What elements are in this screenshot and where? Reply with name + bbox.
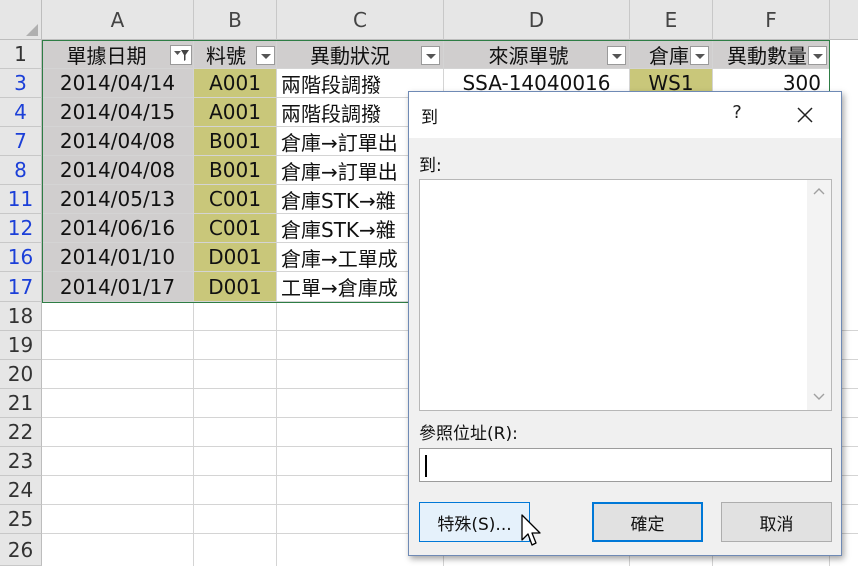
column-header-f[interactable]: F	[713, 0, 830, 40]
cell-date[interactable]: 2014/04/08	[42, 127, 194, 156]
column-header-a[interactable]: A	[42, 0, 194, 40]
dropdown-arrow-icon[interactable]	[808, 46, 827, 65]
row-header[interactable]: 8	[0, 156, 42, 185]
dialog-title: 到	[421, 108, 438, 128]
header-text-item: 料號	[206, 43, 246, 68]
row-header[interactable]: 19	[0, 331, 42, 360]
row-header[interactable]: 22	[0, 418, 42, 447]
ok-button[interactable]: 確定	[592, 502, 703, 542]
dropdown-arrow-icon[interactable]	[256, 46, 275, 65]
reference-label: 參照位址(R):	[419, 424, 518, 444]
text-caret	[425, 455, 427, 477]
row-header[interactable]: 4	[0, 98, 42, 127]
column-header-d[interactable]: D	[444, 0, 630, 40]
header-cell-status[interactable]: 異動狀況	[277, 40, 444, 69]
column-header-g[interactable]	[830, 0, 858, 40]
row-header[interactable]: 23	[0, 447, 42, 476]
scroll-up-icon[interactable]	[813, 186, 825, 198]
row-header[interactable]: 20	[0, 360, 42, 389]
cell-date[interactable]: 2014/04/08	[42, 156, 194, 185]
column-header-e[interactable]: E	[630, 0, 713, 40]
cell-date[interactable]: 2014/01/17	[42, 272, 194, 302]
cell-item[interactable]: C001	[194, 185, 277, 214]
goto-dialog: 到 ? 到: 參照位址(R): 特殊(S)... 確定 取消	[408, 91, 842, 556]
listbox-scrollbar[interactable]	[807, 180, 831, 410]
row-header[interactable]: 7	[0, 127, 42, 156]
header-text-quantity: 異動數量	[727, 43, 807, 68]
close-icon[interactable]	[791, 101, 819, 129]
cell-date[interactable]: 2014/04/15	[42, 98, 194, 127]
cancel-button[interactable]: 取消	[721, 502, 832, 542]
cell-date[interactable]: 2014/05/13	[42, 185, 194, 214]
cell-item[interactable]: D001	[194, 243, 277, 272]
row-header[interactable]: 25	[0, 505, 42, 534]
row-header[interactable]: 24	[0, 476, 42, 505]
row-header[interactable]: 3	[0, 69, 42, 98]
help-button[interactable]: ?	[727, 102, 747, 123]
goto-label: 到:	[419, 156, 442, 176]
dropdown-arrow-icon[interactable]	[607, 46, 626, 65]
header-cell-source[interactable]: 來源單號	[444, 40, 630, 69]
dialog-titlebar[interactable]: 到 ?	[409, 92, 841, 138]
cell-item[interactable]: B001	[194, 127, 277, 156]
cell-date[interactable]: 2014/06/16	[42, 214, 194, 243]
dropdown-arrow-icon[interactable]	[421, 46, 440, 65]
cell-item[interactable]: D001	[194, 272, 277, 302]
row-header[interactable]: 16	[0, 243, 42, 272]
row-header[interactable]: 18	[0, 302, 42, 331]
row-header[interactable]: 12	[0, 214, 42, 243]
cell-item[interactable]: B001	[194, 156, 277, 185]
special-button[interactable]: 特殊(S)...	[419, 502, 530, 542]
cell-item[interactable]: C001	[194, 214, 277, 243]
cell-item[interactable]: A001	[194, 98, 277, 127]
mouse-pointer-icon	[521, 514, 541, 546]
scroll-down-icon[interactable]	[813, 390, 825, 402]
row-header[interactable]: 26	[0, 534, 42, 566]
column-header-b[interactable]: B	[194, 0, 277, 40]
filter-dropdown-icon[interactable]	[170, 45, 192, 65]
cell-date[interactable]: 2014/04/14	[42, 69, 194, 98]
row-header-1[interactable]: 1	[0, 40, 42, 69]
row-header[interactable]: 17	[0, 272, 42, 302]
header-text-date: 單據日期	[66, 43, 147, 68]
cell-date[interactable]: 2014/01/10	[42, 243, 194, 272]
header-text-warehouse: 倉庫	[649, 43, 689, 68]
goto-listbox[interactable]	[419, 179, 832, 411]
header-text-source: 來源單號	[488, 43, 569, 68]
row-header[interactable]: 11	[0, 185, 42, 214]
cell-item[interactable]: A001	[194, 69, 277, 98]
row-header[interactable]: 21	[0, 389, 42, 418]
column-header-c[interactable]: C	[277, 0, 444, 40]
reference-input[interactable]	[419, 448, 832, 482]
dropdown-arrow-icon[interactable]	[690, 46, 709, 65]
header-text-status: 異動狀況	[310, 43, 390, 68]
select-all-corner[interactable]	[0, 0, 42, 40]
